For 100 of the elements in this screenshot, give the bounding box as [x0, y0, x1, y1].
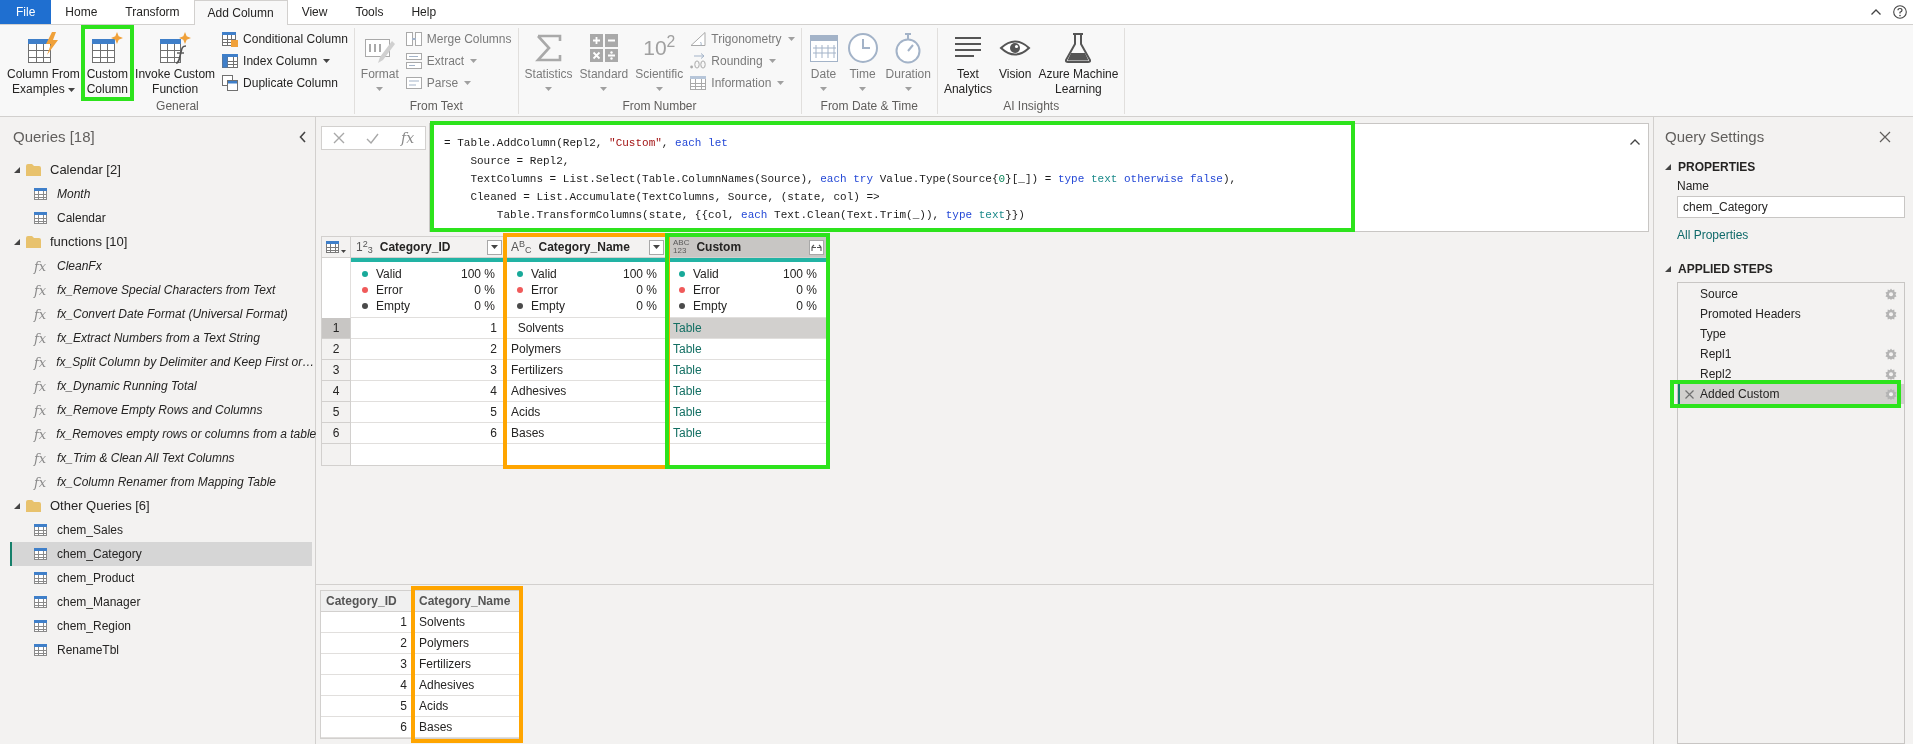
quality-value: 0 % — [636, 282, 657, 299]
column-header[interactable]: 1$^{2}$$_{3}$ Category_ID — [351, 237, 506, 258]
ribbon-button[interactable]: Index Column — [219, 50, 351, 72]
table-cell: 3 — [321, 654, 414, 675]
code-line: Cleaned = List.Accumulate(TextColumns, Source, (state, col) => — [469, 190, 880, 205]
help-icon[interactable] — [1893, 5, 1907, 19]
folder-icon — [26, 164, 41, 176]
folder-icon — [26, 500, 41, 512]
query-folder[interactable]: Other Queries [6] — [50, 496, 150, 516]
table-icon — [34, 596, 47, 608]
close-icon[interactable] — [1879, 131, 1891, 143]
ribbon-button[interactable]: Conditional Column — [219, 28, 351, 50]
ribbon-tab[interactable]: Help — [397, 0, 451, 24]
tree-toggle-icon[interactable] — [1665, 164, 1671, 170]
tree-toggle-icon[interactable] — [14, 167, 20, 173]
query-item[interactable]: chem_Manager — [10, 590, 312, 614]
ribbon-tab[interactable]: Tools — [341, 0, 398, 24]
ribbon-tab[interactable]: Add Column — [193, 0, 288, 25]
row-number: 6 — [322, 423, 351, 444]
all-properties-link[interactable]: All Properties — [1677, 226, 1749, 244]
quality-value: 0 % — [474, 298, 495, 315]
panel-title: Queries [18] — [13, 126, 95, 147]
query-item[interactable]: fx fx_Remove Empty Rows and Columns — [10, 398, 312, 422]
quality-value: 0 % — [636, 298, 657, 315]
query-item[interactable]: RenameTbl — [10, 638, 312, 662]
expand-column-button[interactable] — [809, 239, 824, 255]
applied-step[interactable]: Repl1 — [1678, 344, 1904, 364]
function-icon: fx — [34, 475, 47, 489]
query-item[interactable]: fx fx_Trim & Clean All Text Columns — [10, 446, 312, 470]
applied-step[interactable]: Added Custom — [1678, 384, 1904, 404]
function-icon: fx — [34, 451, 47, 465]
query-item[interactable]: chem_Product — [10, 566, 312, 590]
tree-toggle-icon[interactable] — [1665, 266, 1671, 272]
tree-toggle-icon[interactable] — [14, 239, 20, 245]
query-item[interactable]: fx fx_Convert Date Format (Universal Format) — [10, 302, 312, 326]
query-item[interactable]: chem_Region — [10, 614, 312, 638]
table-sparkle-icon — [91, 32, 124, 64]
ribbon-tab[interactable]: View — [287, 0, 342, 24]
delete-icon[interactable] — [1685, 389, 1694, 399]
applied-step[interactable]: Promoted Headers — [1678, 304, 1904, 324]
name-field[interactable]: chem_Category — [1677, 196, 1905, 218]
applied-step[interactable]: Repl2 — [1678, 364, 1904, 384]
column-filter-button[interactable] — [487, 239, 502, 255]
ribbon-button[interactable]: Azure Machine Learning — [1035, 28, 1122, 98]
column-header[interactable]: Category_ID — [321, 591, 414, 612]
collapse-ribbon-icon[interactable] — [1871, 9, 1881, 15]
table-icon — [222, 53, 239, 69]
column-filter-button[interactable] — [649, 239, 664, 255]
query-item[interactable]: fx fx_Dynamic Running Total — [10, 374, 312, 398]
table-cell: 6 — [321, 717, 414, 738]
ribbon-tab[interactable]: Transform — [111, 0, 194, 24]
ribbon-button[interactable]: Custom Column — [83, 28, 132, 98]
column-header[interactable]: Category_Name — [414, 591, 520, 612]
quality-value: 0 % — [796, 298, 817, 315]
column-header[interactable]: A$^{B}$$_{C}$ Category_Name — [506, 237, 668, 258]
insert-function-button[interactable]: fx — [401, 130, 415, 146]
power-of-ten-icon: 10$^{2}$ — [643, 32, 676, 64]
collapse-caret-icon[interactable] — [1630, 139, 1640, 145]
query-item[interactable]: fx CleanFx — [10, 254, 312, 278]
ribbon-group-label: AI Insights — [1002, 99, 1061, 114]
quality-label: Error — [376, 282, 403, 299]
field-label: Name — [1677, 178, 1710, 194]
query-folder[interactable]: Calendar [2] — [50, 160, 121, 180]
caret-down-icon — [491, 245, 498, 249]
query-item[interactable]: Calendar — [10, 206, 312, 230]
folder-icon — [26, 236, 41, 248]
query-item[interactable]: fx fx_Remove Special Characters from Text — [10, 278, 312, 302]
applied-step[interactable]: Type — [1678, 324, 1904, 344]
tree-toggle-icon[interactable] — [14, 503, 20, 509]
table-icon — [34, 188, 47, 200]
ribbon-tab[interactable]: Home — [51, 0, 112, 24]
query-item[interactable]: fx fx_Column Renamer from Mapping Table — [10, 470, 312, 494]
query-folder[interactable]: functions [10] — [50, 232, 128, 252]
query-item[interactable]: fx fx_Extract Numbers from a Text String — [10, 326, 312, 350]
table-icon — [34, 212, 47, 224]
query-item[interactable]: chem_Sales — [10, 518, 312, 542]
table-cell: Adhesives — [414, 675, 520, 696]
table-cell: Acids — [414, 696, 520, 717]
table-icon — [222, 31, 239, 47]
collapse-panel-icon[interactable] — [299, 131, 306, 143]
query-item[interactable]: Month — [10, 182, 312, 206]
function-icon: fx — [34, 283, 47, 297]
table-cell: Polymers — [414, 633, 520, 654]
ribbon-button[interactable]: Column From Examples — [4, 28, 83, 98]
query-item[interactable]: chem_Category — [10, 542, 312, 566]
ribbon-button[interactable]: Vision — [995, 28, 1035, 98]
quality-label: Empty — [693, 298, 727, 315]
function-icon: fx — [34, 427, 47, 441]
quality-value: 100 % — [460, 266, 495, 283]
file-tab[interactable]: File — [0, 0, 52, 24]
table-cell: 5 — [321, 696, 414, 717]
query-item[interactable]: fx fx_Split Column by Delimiter and Keep First or… — [10, 350, 312, 374]
table-menu-button[interactable] — [322, 237, 351, 258]
ribbon-button[interactable]: Duplicate Column — [219, 72, 351, 94]
check-icon[interactable] — [366, 132, 380, 144]
row-number: 2 — [322, 339, 351, 360]
ribbon-button[interactable]: Invoke Custom Function — [132, 28, 219, 98]
applied-step[interactable]: Source — [1678, 284, 1904, 304]
table-icon — [34, 644, 47, 656]
ribbon-button[interactable]: Text Analytics — [940, 28, 995, 98]
